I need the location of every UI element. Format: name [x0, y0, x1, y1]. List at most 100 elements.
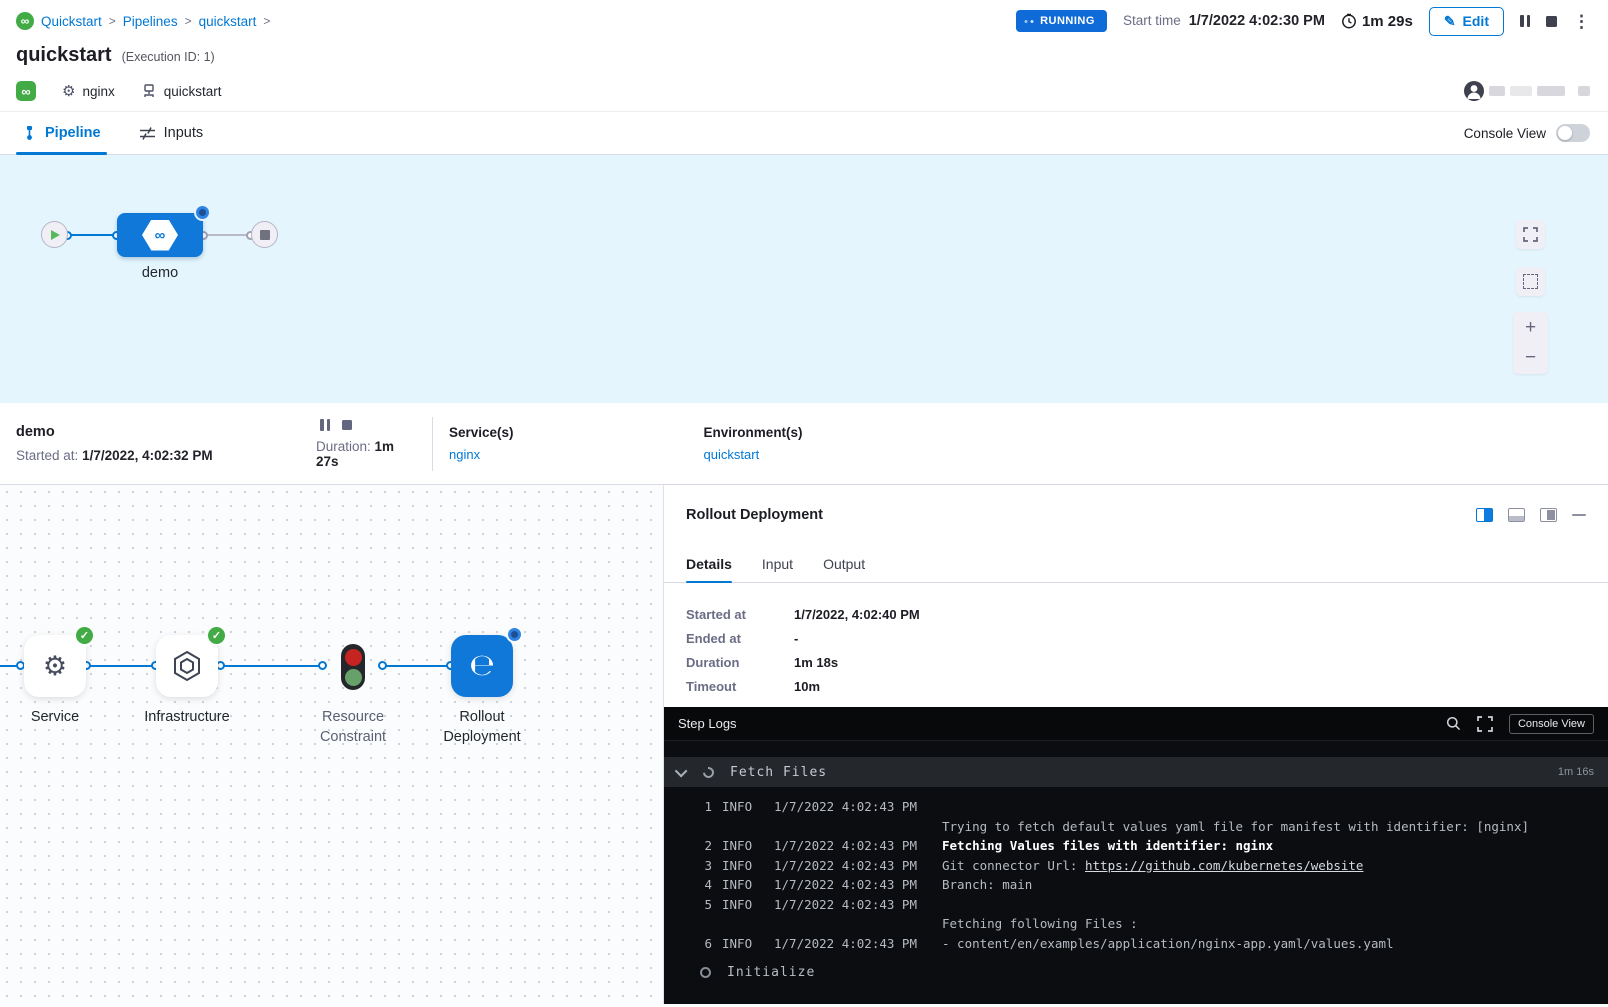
edge [218, 665, 322, 667]
log-level: INFO [722, 875, 764, 895]
log-section-fetch-files[interactable]: Fetch Files 1m 16s [664, 757, 1608, 787]
clock-icon [1341, 13, 1357, 29]
stop-square-icon [260, 230, 270, 240]
service-gear-icon: ⚙ [43, 653, 67, 680]
pause-execution-icon[interactable] [1520, 15, 1530, 27]
layout-right-panel-button[interactable] [1540, 508, 1557, 522]
pipeline-end-node[interactable] [251, 221, 278, 248]
pipeline-start-node[interactable] [41, 221, 68, 248]
step-node-service[interactable]: ⚙ ✓ [24, 635, 86, 697]
log-level: INFO [722, 934, 764, 954]
zoom-in-button[interactable]: + [1517, 316, 1545, 340]
connector-dot [378, 661, 387, 670]
pipeline-graph-canvas[interactable]: ∞ demo + − [0, 155, 1608, 403]
log-message: Branch: main [942, 875, 1608, 895]
canvas-fullscreen-button[interactable] [1516, 220, 1545, 249]
stage-summary: demo Started at: 1/7/2022, 4:02:32 PM [16, 424, 316, 463]
environments-block: Environment(s) quickstart [704, 425, 803, 462]
breadcrumb-separator: > [109, 14, 116, 28]
triggered-by [1464, 81, 1590, 101]
log-line: 6 INFO 1/7/2022 4:02:43 PM - content/en/… [664, 934, 1608, 954]
edge-stage-to-end [203, 234, 251, 236]
traffic-green-icon [345, 669, 362, 686]
title-row: quickstart (Execution ID: 1) [0, 42, 1608, 67]
log-line-number: 3 [694, 856, 712, 876]
stage-running-spinner [196, 206, 209, 219]
node-label-rollout-deployment: Rollout Deployment [432, 707, 532, 747]
edge-start-to-stage [67, 234, 117, 236]
layout-bottom-split-button[interactable] [1508, 508, 1525, 522]
infrastructure-hexagon-icon [172, 650, 202, 682]
log-line: 1 INFO 1/7/2022 4:02:43 PM Trying to fet… [664, 797, 1608, 836]
status-badge: RUNNING [1016, 10, 1107, 32]
environment-tag-label: quickstart [164, 84, 222, 99]
tab-pipeline[interactable]: Pipeline [16, 112, 107, 154]
environments-label: Environment(s) [704, 425, 803, 440]
minimize-panel-button[interactable] [1572, 514, 1586, 517]
layout-right-split-button[interactable] [1476, 508, 1493, 522]
environment-tag[interactable]: quickstart [141, 83, 222, 99]
stage-stop-icon[interactable] [342, 420, 352, 430]
log-line: 4 INFO 1/7/2022 4:02:43 PM Branch: main [664, 875, 1608, 895]
stage-pause-icon[interactable] [320, 419, 330, 431]
service-tag[interactable]: ⚙ nginx [62, 82, 115, 100]
breadcrumb-link-pipeline-name[interactable]: quickstart [199, 14, 257, 29]
expand-logs-icon[interactable] [1477, 716, 1493, 732]
log-level: INFO [722, 895, 764, 915]
stop-execution-icon[interactable] [1546, 16, 1557, 27]
stage-node-demo[interactable]: ∞ [117, 213, 203, 257]
environment-link[interactable]: quickstart [704, 447, 803, 462]
console-view-toggle[interactable] [1556, 124, 1590, 142]
view-tabs: Pipeline Inputs Console View [0, 111, 1608, 155]
log-line-number: 1 [694, 797, 712, 817]
logs-console-view-button[interactable]: Console View [1509, 714, 1594, 734]
started-at-value: 1/7/2022, 4:02:32 PM [82, 448, 213, 463]
search-icon[interactable] [1446, 716, 1461, 731]
detail-value: 10m [794, 679, 820, 694]
log-line-number: 6 [694, 934, 712, 954]
log-timestamp: 1/7/2022 4:02:43 PM [774, 856, 932, 876]
tab-inputs[interactable]: Inputs [133, 112, 210, 154]
top-bar: ∞ Quickstart > Pipelines > quickstart > … [0, 0, 1608, 42]
log-lines[interactable]: 1 INFO 1/7/2022 4:02:43 PM Trying to fet… [664, 787, 1608, 1004]
harness-logo-icon: ∞ [16, 12, 34, 30]
fullscreen-icon [1523, 227, 1538, 242]
elapsed-value: 1m 29s [1362, 13, 1413, 30]
step-node-resource-constraint[interactable] [341, 644, 365, 690]
tab-details[interactable]: Details [686, 545, 732, 582]
log-message: Fetching Values files with identifier: n… [942, 836, 1608, 856]
marquee-icon [1523, 274, 1538, 289]
zoom-out-button[interactable]: − [1517, 346, 1545, 370]
redacted-text [1578, 86, 1590, 96]
log-line: 5 INFO 1/7/2022 4:02:43 PM Fetching foll… [664, 895, 1608, 934]
log-line: 3 INFO 1/7/2022 4:02:43 PM Git connector… [664, 856, 1608, 876]
detail-label: Ended at [686, 631, 794, 646]
duration-label: Duration: [316, 439, 371, 454]
breadcrumb-link-quickstart[interactable]: Quickstart [41, 14, 102, 29]
pipeline-icon [22, 125, 37, 141]
service-link[interactable]: nginx [449, 447, 514, 462]
edit-button[interactable]: ✎Edit [1429, 7, 1504, 36]
log-section-initialize[interactable]: Initialize [664, 953, 1608, 983]
log-message: Trying to fetch default values yaml file… [942, 797, 1608, 836]
git-connector-link[interactable]: https://github.com/kubernetes/website [1085, 858, 1363, 873]
tab-input[interactable]: Input [762, 545, 793, 582]
breadcrumb-link-pipelines[interactable]: Pipelines [123, 14, 178, 29]
step-panel-header: Rollout Deployment [664, 485, 1608, 545]
pending-circle-icon [700, 967, 711, 978]
log-message-text: Git connector Url: [942, 858, 1085, 873]
breadcrumb: ∞ Quickstart > Pipelines > quickstart > [16, 12, 270, 30]
step-node-rollout-deployment[interactable]: ℮ [451, 635, 513, 697]
tab-output[interactable]: Output [823, 545, 865, 582]
log-line: 2 INFO 1/7/2022 4:02:43 PM Fetching Valu… [664, 836, 1608, 856]
more-options-icon[interactable]: ⋮ [1573, 13, 1590, 30]
detail-row-started-at: Started at 1/7/2022, 4:02:40 PM [686, 607, 1586, 622]
execution-graph-canvas[interactable]: ⚙ ✓ ✓ ℮ Service Infrastructure Resource … [0, 485, 664, 1004]
breadcrumb-separator: > [185, 14, 192, 28]
running-dots-icon [1024, 20, 1034, 23]
step-node-infrastructure[interactable]: ✓ [156, 635, 218, 697]
canvas-select-button[interactable] [1516, 267, 1545, 296]
detail-row-ended-at: Ended at - [686, 631, 1586, 646]
log-timestamp: 1/7/2022 4:02:43 PM [774, 895, 932, 915]
tab-inputs-label: Inputs [164, 125, 204, 141]
